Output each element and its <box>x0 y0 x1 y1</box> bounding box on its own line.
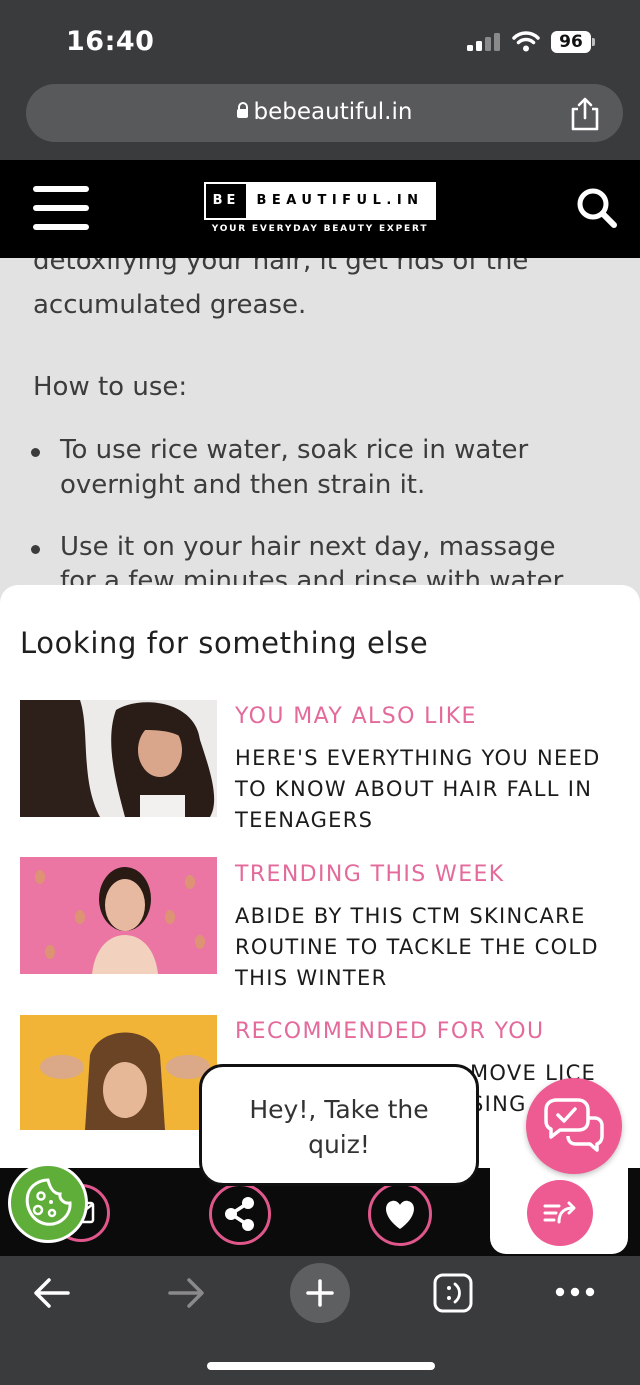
article-text: accumulated grease. <box>33 290 307 320</box>
quiz-prompt[interactable]: Hey!, Take the quiz! <box>199 1092 479 1162</box>
lock-icon <box>236 102 249 118</box>
address-bar[interactable]: bebeautiful.in <box>26 84 623 142</box>
forward-arrow-icon[interactable] <box>166 1276 206 1310</box>
site-tagline: YOUR EVERYDAY BEAUTY EXPERT <box>211 224 429 234</box>
logo-beautiful-text: BEAUTIFUL.IN <box>246 184 434 218</box>
article-thumbnail-ctm-skincare[interactable] <box>20 857 217 974</box>
menu-icon[interactable] <box>33 186 89 230</box>
more-options-icon[interactable] <box>554 1285 596 1299</box>
url-display: bebeautiful.in <box>26 84 623 142</box>
article-text-partial: detoxifying your hair, it get rids of th… <box>33 258 529 276</box>
title-line: ROUTINE TO TACKLE THE COLD <box>235 935 599 959</box>
chat-button[interactable] <box>526 1078 622 1174</box>
recommendation-label: RECOMMENDED FOR YOU <box>235 1019 545 1044</box>
recommendation-label: TRENDING THIS WEEK <box>235 862 505 887</box>
quiz-line: Hey!, Take the <box>249 1095 429 1124</box>
title-line: TO KNOW ABOUT HAIR FALL IN <box>235 777 593 801</box>
cellular-signal-icon <box>467 33 501 51</box>
url-text: bebeautiful.in <box>253 99 413 125</box>
forward-arrow-icon <box>543 1201 576 1224</box>
title-line: HERE'S EVERYTHING YOU NEED <box>235 746 601 770</box>
quiz-line: quiz! <box>308 1130 370 1159</box>
bullet-dot <box>31 545 40 554</box>
home-indicator <box>207 1362 435 1370</box>
title-line: TEENAGERS <box>235 808 374 832</box>
cookie-icon <box>25 1178 72 1226</box>
battery-indicator: 96 <box>551 31 591 53</box>
bullet-dot <box>31 448 40 457</box>
recommendation-label: YOU MAY ALSO LIKE <box>235 704 477 729</box>
battery-tip <box>592 38 595 46</box>
bullet-text: Use it on your hair next day, massage <box>60 532 556 562</box>
search-icon[interactable] <box>575 186 619 230</box>
sheet-title: Looking for something else <box>20 626 429 660</box>
title-line: ABIDE BY THIS CTM SKINCARE <box>235 904 586 928</box>
status-time: 16:40 <box>66 26 155 57</box>
wifi-icon <box>512 31 540 52</box>
bullet-text: To use rice water, soak rice in water <box>60 435 529 465</box>
recommendation-title[interactable]: ABIDE BY THIS CTM SKINCARE ROUTINE TO TA… <box>235 901 625 994</box>
like-button[interactable] <box>368 1182 432 1246</box>
chat-bubbles-icon <box>544 1098 604 1152</box>
title-line: THIS WINTER <box>235 966 388 990</box>
back-arrow-icon[interactable] <box>32 1276 72 1310</box>
heart-icon <box>386 1200 414 1229</box>
bullet-text: overnight and then strain it. <box>60 470 426 500</box>
article-thumbnail-hair-fall[interactable] <box>20 700 217 817</box>
tabs-icon[interactable] <box>432 1272 474 1314</box>
recommendation-title[interactable]: HERE'S EVERYTHING YOU NEED TO KNOW ABOUT… <box>235 743 625 836</box>
share-icon[interactable] <box>568 96 602 132</box>
related-articles-button[interactable] <box>527 1180 593 1246</box>
logo-be-text: BE <box>212 193 240 208</box>
cookie-settings-button[interactable] <box>8 1163 88 1243</box>
share-nodes-icon <box>225 1197 254 1231</box>
plus-icon <box>306 1279 334 1307</box>
article-thumbnail-lice[interactable] <box>20 1015 217 1130</box>
share-article-button[interactable] <box>209 1183 271 1245</box>
section-heading: How to use: <box>33 372 188 402</box>
new-tab-button[interactable] <box>290 1263 350 1323</box>
